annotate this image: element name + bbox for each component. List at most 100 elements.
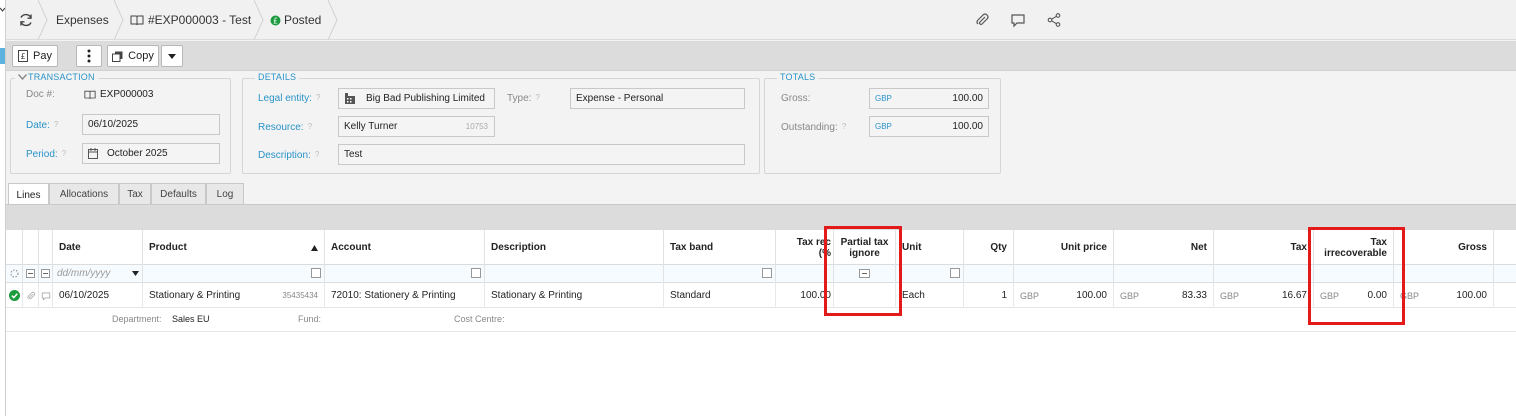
tab-allocations[interactable]: Allocations <box>49 183 119 205</box>
share-icon[interactable] <box>1046 12 1062 28</box>
tab-tax[interactable]: Tax <box>119 183 151 205</box>
filter-tax-band[interactable] <box>664 265 776 283</box>
doc-value: EXP000003 <box>84 89 153 100</box>
calendar-icon <box>88 148 98 159</box>
fund-label: Fund: <box>298 314 322 324</box>
type-label: Type:? <box>507 93 540 104</box>
filter-edit-icon[interactable] <box>471 268 481 278</box>
loading-circle-icon <box>10 269 19 278</box>
filter-select[interactable] <box>6 265 23 283</box>
resource-field[interactable]: Kelly Turner 10753 <box>338 116 495 137</box>
filter-tax[interactable] <box>1214 265 1314 283</box>
type-field[interactable]: Expense - Personal <box>570 88 745 109</box>
row-tax[interactable]: GBP 16.67 <box>1214 283 1314 308</box>
header-unit[interactable]: Unit <box>896 230 964 265</box>
filter-gross[interactable] <box>1394 265 1494 283</box>
tab-log[interactable]: Log <box>206 183 244 205</box>
filter-unit[interactable] <box>896 265 964 283</box>
copy-dropdown-button[interactable] <box>161 45 183 67</box>
header-qty[interactable]: Qty <box>964 230 1014 265</box>
filter-description[interactable] <box>485 265 664 283</box>
row-attach[interactable] <box>23 283 39 308</box>
row-account[interactable]: 72010: Stationery & Printing <box>325 283 485 308</box>
breadcrumb-separator <box>38 0 48 40</box>
copy-button[interactable]: Copy <box>107 45 159 67</box>
header-tax[interactable]: Tax <box>1214 230 1314 265</box>
minus-box-icon <box>26 269 35 278</box>
header-product[interactable]: Product <box>143 230 325 265</box>
department-value[interactable]: Sales EU <box>172 314 210 324</box>
grid-header: Date Product Account Description Tax ban… <box>6 230 1516 265</box>
breadcrumb-status: £ Posted <box>270 0 321 40</box>
row-status <box>6 283 23 308</box>
header-account[interactable]: Account <box>325 230 485 265</box>
resource-label: Resource:? <box>258 122 313 133</box>
row-unit-price[interactable]: GBP 100.00 <box>1014 283 1114 308</box>
book-icon <box>84 90 96 99</box>
doc-label: Doc #: <box>26 89 55 100</box>
header-net[interactable]: Net <box>1114 230 1214 265</box>
header-gross[interactable]: Gross <box>1394 230 1494 265</box>
outstanding-field: GBP 100.00 <box>869 116 989 137</box>
filter-unit-price[interactable] <box>1014 265 1114 283</box>
chevron-down-icon[interactable] <box>17 74 28 81</box>
breadcrumb-module[interactable]: Expenses <box>56 0 109 40</box>
pay-button[interactable]: £ Pay <box>12 45 58 67</box>
caret-down-icon <box>168 53 176 59</box>
filter-edit-icon[interactable] <box>950 268 960 278</box>
totals-group: TOTALS Gross: GBP 100.00 Outstanding:? G… <box>764 72 1001 174</box>
more-actions-button[interactable] <box>76 45 102 67</box>
header-description[interactable]: Description <box>485 230 664 265</box>
period-label: Period:? <box>26 149 67 160</box>
gross-field: GBP 100.00 <box>869 88 989 109</box>
header-date[interactable]: Date <box>53 230 143 265</box>
description-field[interactable]: Test <box>338 144 745 165</box>
period-field[interactable]: October 2025 <box>82 143 220 164</box>
date-label: Date:? <box>26 120 59 131</box>
filter-product[interactable] <box>143 265 325 283</box>
row-qty[interactable]: 1 <box>964 283 1014 308</box>
filter-date-placeholder: dd/mm/yyyy <box>57 268 111 279</box>
transaction-group: TRANSACTION Doc #: EXP000003 Date:? 06/1… <box>10 72 231 174</box>
legal-entity-field[interactable]: Big Bad Publishing Limited <box>338 88 495 109</box>
row-gross[interactable]: GBP 100.00 <box>1394 283 1494 308</box>
resource-code: 10753 <box>465 122 488 131</box>
transaction-legend: TRANSACTION <box>15 72 98 82</box>
filter-qty[interactable] <box>964 265 1014 283</box>
filter-edit-icon[interactable] <box>311 268 321 278</box>
filter-net[interactable] <box>1114 265 1214 283</box>
tab-lines[interactable]: Lines <box>8 183 49 206</box>
filter-attach[interactable] <box>23 265 39 283</box>
toolbar: £ Pay Copy <box>6 41 1516 71</box>
details-group: DETAILS Legal entity:? Big Bad Publishin… <box>242 72 760 174</box>
highlight-tax-irrecoverable <box>1308 227 1405 325</box>
row-description[interactable]: Stationary & Printing <box>485 283 664 308</box>
caret-down-icon[interactable] <box>132 271 139 276</box>
filter-account[interactable] <box>325 265 485 283</box>
minus-box-icon <box>41 269 50 278</box>
date-field[interactable]: 06/10/2025 <box>82 114 220 135</box>
row-comment[interactable] <box>39 283 53 308</box>
description-label: Description:? <box>258 150 320 161</box>
tab-defaults[interactable]: Defaults <box>151 183 206 205</box>
refresh-icon[interactable] <box>18 12 34 28</box>
header-tax-band[interactable]: Tax band <box>664 230 776 265</box>
comment-icon[interactable] <box>1010 12 1026 28</box>
chevron-down-icon <box>0 7 5 12</box>
filter-date[interactable]: dd/mm/yyyy <box>53 265 143 283</box>
row-tax-band[interactable]: Standard <box>664 283 776 308</box>
row-unit[interactable]: Each <box>896 283 964 308</box>
header-select <box>6 230 23 265</box>
filter-comment[interactable] <box>39 265 53 283</box>
row-date[interactable]: 06/10/2025 <box>53 283 143 308</box>
breadcrumb-record[interactable]: #EXP000003 - Test <box>130 0 251 40</box>
row-net[interactable]: GBP 83.33 <box>1114 283 1214 308</box>
table-row[interactable]: 06/10/2025 Stationary & Printing 35435434… <box>6 283 1516 308</box>
grid-toolbar <box>6 205 1516 230</box>
paperclip-icon[interactable] <box>974 12 990 28</box>
pay-icon: £ <box>18 50 29 62</box>
filter-edit-icon[interactable] <box>762 268 772 278</box>
header-unit-price[interactable]: Unit price <box>1014 230 1114 265</box>
comment-icon <box>41 291 50 301</box>
row-product[interactable]: Stationary & Printing 35435434 <box>143 283 325 308</box>
